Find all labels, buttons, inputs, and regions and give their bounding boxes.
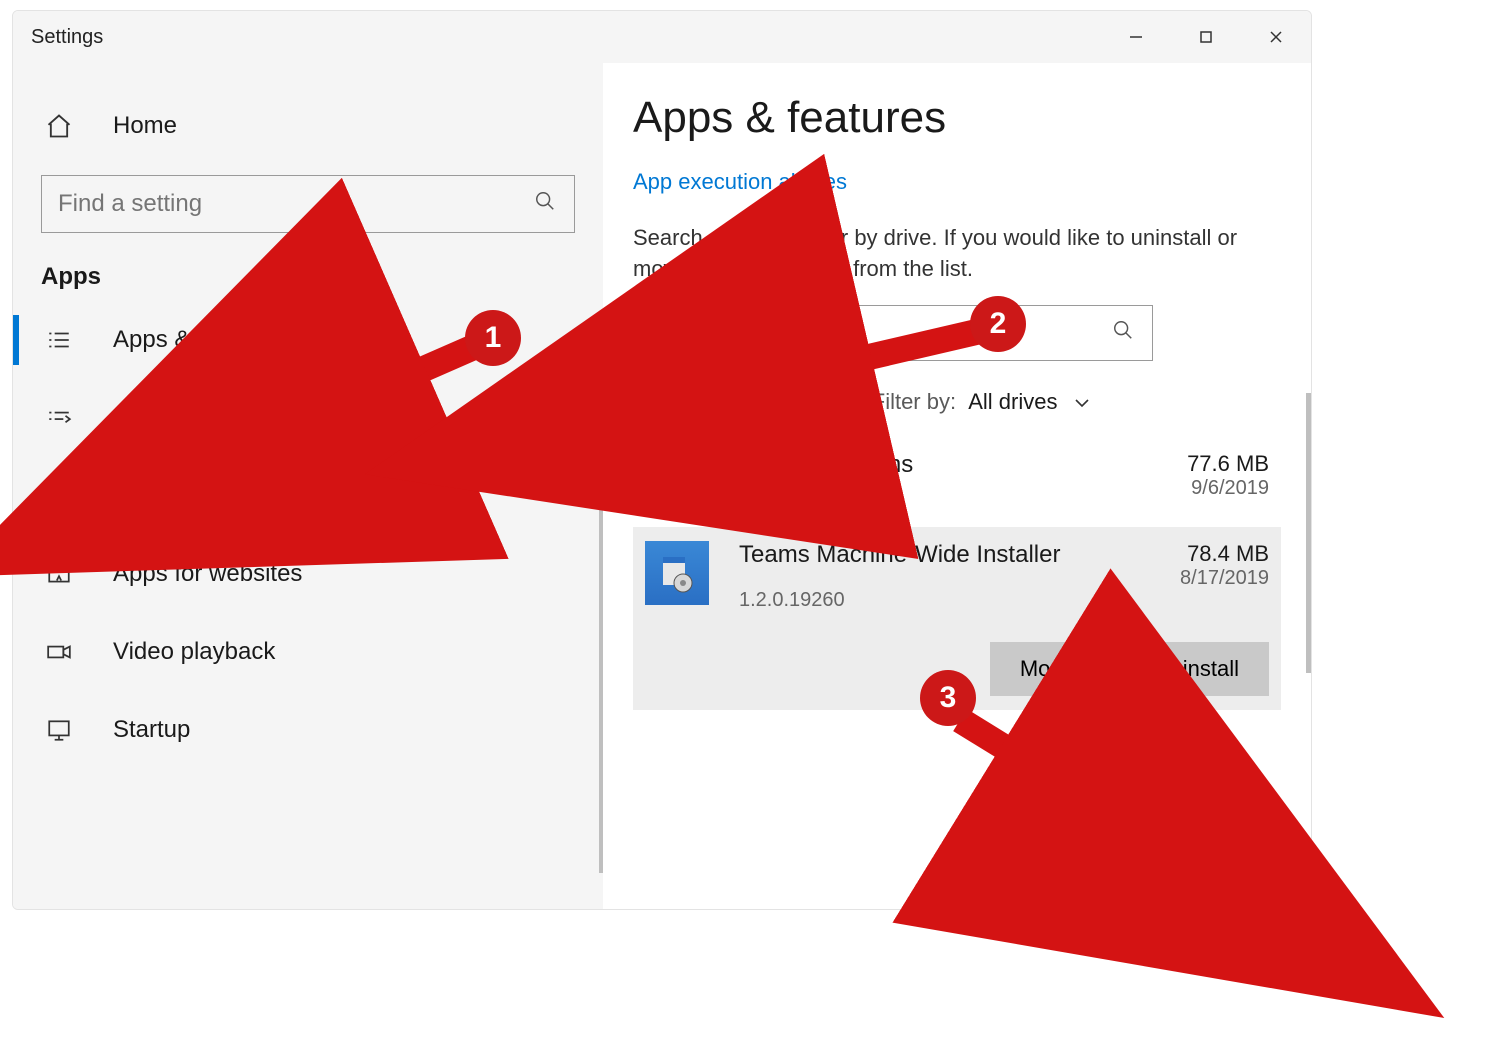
app-date: 9/6/2019 bbox=[1187, 477, 1269, 500]
app-info: Microsoft Teams bbox=[739, 451, 1187, 483]
apps-search[interactable] bbox=[633, 305, 1153, 361]
window-controls bbox=[1101, 11, 1311, 63]
maximize-icon bbox=[1198, 29, 1214, 45]
filter-label: Filter by: bbox=[872, 389, 956, 414]
sort-by-control[interactable]: Sort by: Name bbox=[633, 389, 812, 415]
close-button[interactable] bbox=[1241, 11, 1311, 63]
page-description: Search, sort, and filter by drive. If yo… bbox=[633, 223, 1253, 285]
content: Home Apps Apps & features Default ap bbox=[13, 63, 1311, 909]
filter-by-control[interactable]: Filter by: All drives bbox=[872, 389, 1090, 415]
app-size: 77.6 MB bbox=[1187, 451, 1269, 477]
window-title: Settings bbox=[31, 26, 103, 49]
sidebar-item-label: Video playback bbox=[113, 638, 275, 666]
sidebar-item-label: Offline maps bbox=[113, 482, 247, 510]
app-version: 1.2.0.19260 bbox=[739, 589, 1180, 612]
sidebar-item-label: Apps for websites bbox=[113, 560, 302, 588]
app-name: Microsoft Teams bbox=[739, 451, 1187, 479]
search-icon bbox=[1112, 319, 1134, 347]
map-icon bbox=[41, 483, 77, 509]
defaults-icon bbox=[41, 405, 77, 431]
maximize-button[interactable] bbox=[1171, 11, 1241, 63]
sidebar-search[interactable] bbox=[41, 175, 575, 233]
modify-button[interactable]: Modify bbox=[990, 642, 1115, 696]
sidebar-item-startup[interactable]: Startup bbox=[13, 691, 603, 769]
uninstall-button[interactable]: Uninstall bbox=[1125, 642, 1269, 696]
app-date: 8/17/2019 bbox=[1180, 567, 1269, 590]
sidebar: Home Apps Apps & features Default ap bbox=[13, 63, 603, 909]
app-name: Teams Machine-Wide Installer bbox=[739, 541, 1180, 569]
sidebar-home-label: Home bbox=[113, 112, 177, 140]
sidebar-home[interactable]: Home bbox=[13, 87, 603, 165]
installer-app-icon bbox=[645, 541, 709, 605]
svg-text:T: T bbox=[664, 474, 673, 490]
sort-value: Name bbox=[721, 389, 780, 414]
page-title: Apps & features bbox=[633, 93, 1281, 143]
minimize-icon bbox=[1128, 29, 1144, 45]
teams-app-icon: T bbox=[645, 451, 709, 515]
app-info: Teams Machine-Wide Installer 1.2.0.19260 bbox=[739, 541, 1180, 612]
home-icon bbox=[41, 112, 77, 140]
app-meta: 77.6 MB 9/6/2019 bbox=[1187, 451, 1269, 500]
link-app-execution-aliases[interactable]: App execution aliases bbox=[633, 169, 1281, 195]
sidebar-item-video-playback[interactable]: Video playback bbox=[13, 613, 603, 691]
minimize-button[interactable] bbox=[1101, 11, 1171, 63]
sort-filter-row: Sort by: Name Filter by: All drives bbox=[633, 389, 1281, 415]
chevron-down-icon bbox=[1074, 389, 1090, 415]
websites-icon bbox=[41, 561, 77, 587]
sidebar-item-apps-websites[interactable]: Apps for websites bbox=[13, 535, 603, 613]
sidebar-category: Apps bbox=[13, 259, 603, 301]
list-icon bbox=[41, 327, 77, 353]
sort-label: Sort by: bbox=[633, 389, 709, 414]
app-size: 78.4 MB bbox=[1180, 541, 1269, 567]
sidebar-item-default-apps[interactable]: Default apps bbox=[13, 379, 603, 457]
startup-icon bbox=[41, 717, 77, 743]
sidebar-item-label: Default apps bbox=[113, 404, 248, 432]
chevron-down-icon bbox=[796, 389, 812, 415]
search-icon bbox=[534, 190, 556, 218]
sidebar-item-label: Apps & features bbox=[113, 326, 284, 354]
annotation-badge-2: 2 bbox=[970, 296, 1026, 352]
sidebar-search-input[interactable] bbox=[42, 190, 534, 218]
annotation-badge-3: 3 bbox=[920, 670, 976, 726]
app-row-teams[interactable]: T Microsoft Teams 77.6 MB 9/6/2019 bbox=[633, 439, 1281, 527]
main-pane: Apps & features App execution aliases Se… bbox=[603, 63, 1311, 909]
filter-value: All drives bbox=[968, 389, 1057, 414]
settings-window: Settings Home bbox=[12, 10, 1312, 910]
annotation-badge-1: 1 bbox=[465, 310, 521, 366]
sidebar-item-offline-maps[interactable]: Offline maps bbox=[13, 457, 603, 535]
main-scrollbar[interactable] bbox=[1306, 393, 1311, 673]
titlebar: Settings bbox=[13, 11, 1311, 63]
close-icon bbox=[1268, 29, 1284, 45]
sidebar-item-label: Startup bbox=[113, 716, 190, 744]
app-meta: 78.4 MB 8/17/2019 bbox=[1180, 541, 1269, 590]
video-icon bbox=[41, 639, 77, 665]
apps-search-input[interactable] bbox=[634, 319, 1112, 347]
